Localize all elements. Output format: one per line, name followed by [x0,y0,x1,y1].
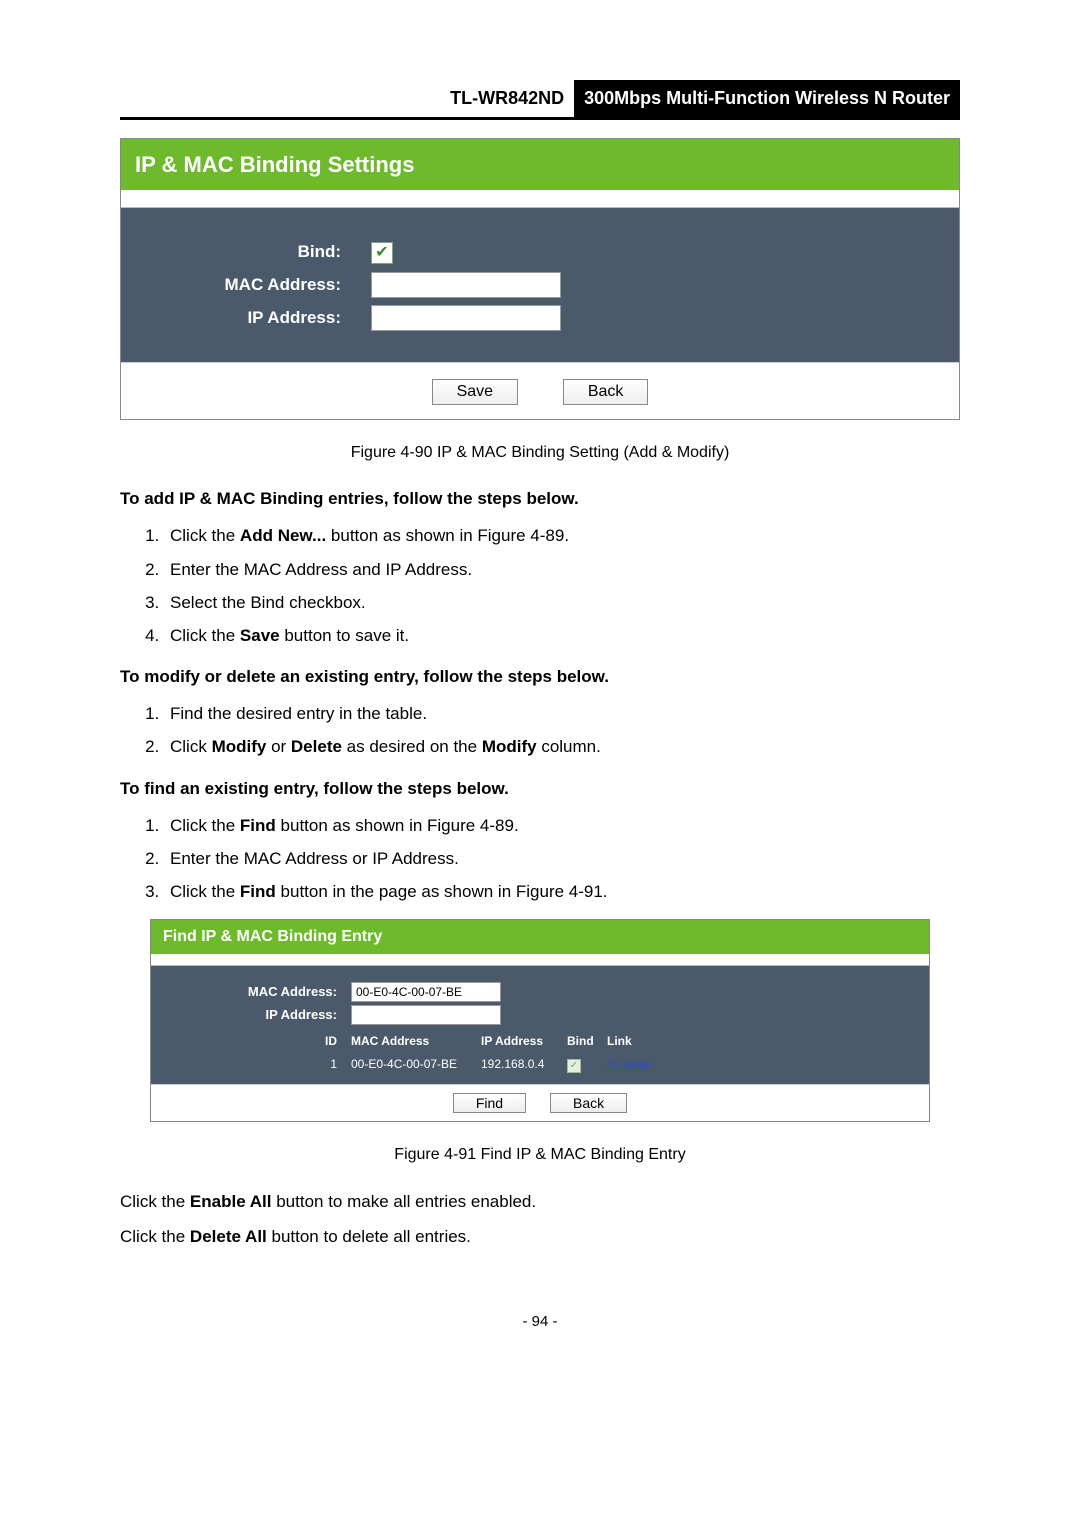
ip-input[interactable] [371,305,561,331]
find-mac-label: MAC Address: [151,982,351,1003]
col-bind-header: Bind [567,1032,607,1051]
panel-separator [121,190,959,208]
bind-label: Bind: [121,238,371,265]
row-id: 1 [151,1055,351,1074]
find-ip-label: IP Address: [151,1005,351,1026]
find-steps-list: Click the Find button as shown in Figure… [120,812,960,906]
find-binding-panel: Find IP & MAC Binding Entry MAC Address:… [150,919,930,1122]
delete-all-text: Click the Delete All button to delete al… [120,1223,960,1250]
list-item: Find the desired entry in the table. [164,700,960,727]
ip-label: IP Address: [121,304,371,331]
doc-header: TL-WR842ND 300Mbps Multi-Function Wirele… [120,80,960,120]
check-icon: ✓ [570,1058,578,1074]
back-button[interactable]: Back [563,379,649,405]
list-item: Enter the MAC Address or IP Address. [164,845,960,872]
mac-input[interactable] [371,272,561,298]
find-back-button[interactable]: Back [550,1093,627,1113]
figure-caption-2: Figure 4-91 Find IP & MAC Binding Entry [120,1142,960,1168]
add-steps-list: Click the Add New... button as shown in … [120,522,960,649]
list-item: Click the Find button as shown in Figure… [164,812,960,839]
bind-checkbox[interactable]: ✔ [371,242,393,264]
row-mac: 00-E0-4C-00-07-BE [351,1055,481,1074]
check-icon: ✔ [375,240,388,266]
list-item: Click Modify or Delete as desired on the… [164,733,960,760]
list-item: Select the Bind checkbox. [164,589,960,616]
list-item: Enter the MAC Address and IP Address. [164,556,960,583]
find-button[interactable]: Find [453,1093,526,1113]
model-label: TL-WR842ND [440,80,574,117]
binding-settings-panel: IP & MAC Binding Settings Bind: ✔ MAC Ad… [120,138,960,420]
col-mac-header: MAC Address [351,1032,481,1051]
add-section-title: To add IP & MAC Binding entries, follow … [120,485,960,512]
mac-label: MAC Address: [121,271,371,298]
to-page-link[interactable]: To page [607,1057,650,1071]
modify-steps-list: Find the desired entry in the table. Cli… [120,700,960,760]
binding-settings-title: IP & MAC Binding Settings [121,139,959,190]
find-section-title: To find an existing entry, follow the st… [120,775,960,802]
col-ip-header: IP Address [481,1032,567,1051]
enable-all-text: Click the Enable All button to make all … [120,1188,960,1215]
save-button[interactable]: Save [432,379,518,405]
model-desc: 300Mbps Multi-Function Wireless N Router [574,80,960,117]
panel-separator [151,954,929,966]
find-ip-input[interactable] [351,1005,501,1025]
list-item: Click the Save button to save it. [164,622,960,649]
page-number: - 94 - [120,1310,960,1334]
row-ip: 192.168.0.4 [481,1055,567,1074]
list-item: Click the Find button in the page as sho… [164,878,960,905]
col-link-header: Link [607,1032,667,1051]
modify-section-title: To modify or delete an existing entry, f… [120,663,960,690]
list-item: Click the Add New... button as shown in … [164,522,960,549]
row-bind: ✓ [567,1055,607,1074]
find-binding-title: Find IP & MAC Binding Entry [151,920,929,954]
find-mac-input[interactable] [351,982,501,1002]
figure-caption-1: Figure 4-90 IP & MAC Binding Setting (Ad… [120,440,960,466]
bind-mini-checkbox[interactable]: ✓ [567,1059,581,1073]
col-id-header: ID [151,1032,351,1051]
